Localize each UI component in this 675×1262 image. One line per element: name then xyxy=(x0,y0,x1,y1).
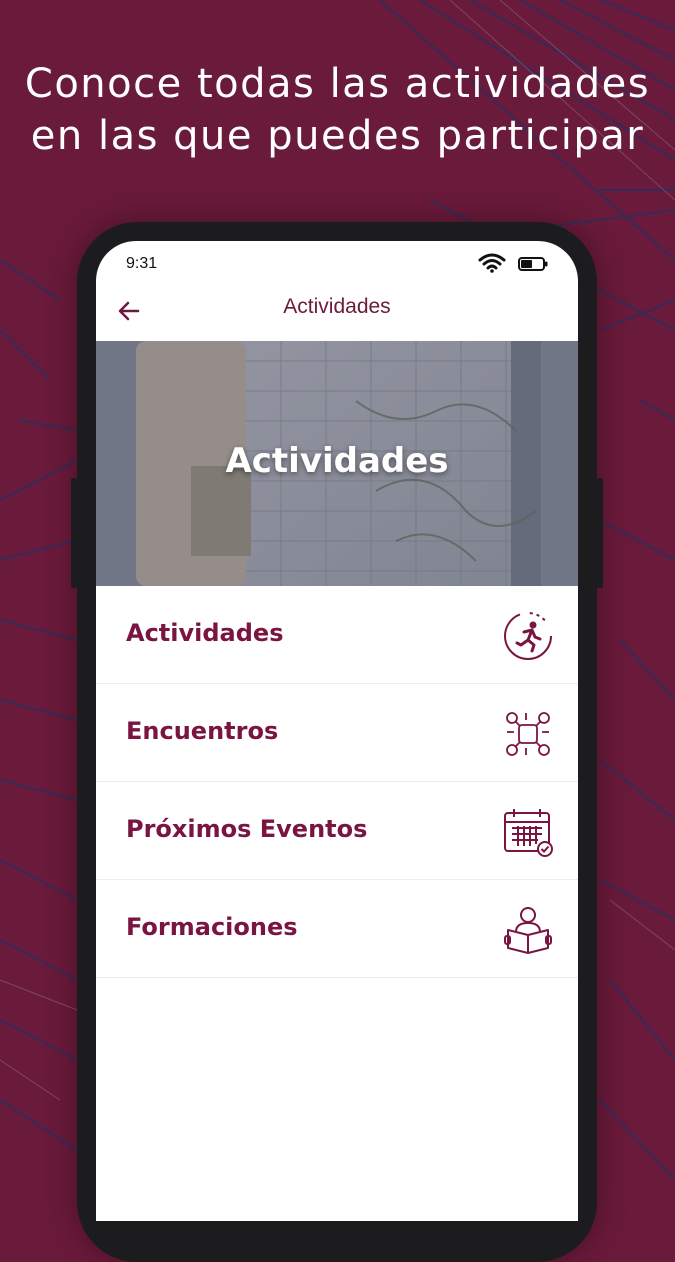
headline: Conoce todas las actividades en las que … xyxy=(0,58,675,162)
headline-line-2: en las que puedes participar xyxy=(30,113,645,159)
running-person-icon xyxy=(504,612,552,660)
phone-side-button-left xyxy=(71,478,77,588)
menu-item-label: Próximos Eventos xyxy=(126,815,368,843)
menu-item-encuentros[interactable]: Encuentros xyxy=(96,684,578,782)
person-reading-icon xyxy=(504,907,552,954)
menu-list: Actividades Encuentros Próximos Eventos xyxy=(96,586,578,978)
menu-item-proximos-eventos[interactable]: Próximos Eventos xyxy=(96,782,578,880)
hero-title: Actividades xyxy=(225,441,449,481)
menu-item-formaciones[interactable]: Formaciones xyxy=(96,880,578,978)
calendar-check-icon xyxy=(504,809,553,857)
menu-item-label: Actividades xyxy=(126,619,284,647)
app-bar: Actividades xyxy=(96,286,578,341)
phone-screen: 9:31 Actividades Actividades Actividades… xyxy=(96,241,578,1221)
people-meeting-icon xyxy=(506,712,550,756)
menu-item-label: Formaciones xyxy=(126,913,298,941)
wifi-icon xyxy=(478,253,506,273)
phone-side-button-right xyxy=(597,478,603,588)
app-bar-title: Actividades xyxy=(283,295,391,318)
hero-banner: Actividades xyxy=(96,341,578,586)
menu-item-actividades[interactable]: Actividades xyxy=(96,586,578,684)
status-time: 9:31 xyxy=(126,255,158,272)
menu-item-label: Encuentros xyxy=(126,717,279,745)
battery-icon xyxy=(518,257,548,271)
headline-line-1: Conoce todas las actividades xyxy=(24,61,651,107)
status-bar: 9:31 xyxy=(96,241,578,286)
